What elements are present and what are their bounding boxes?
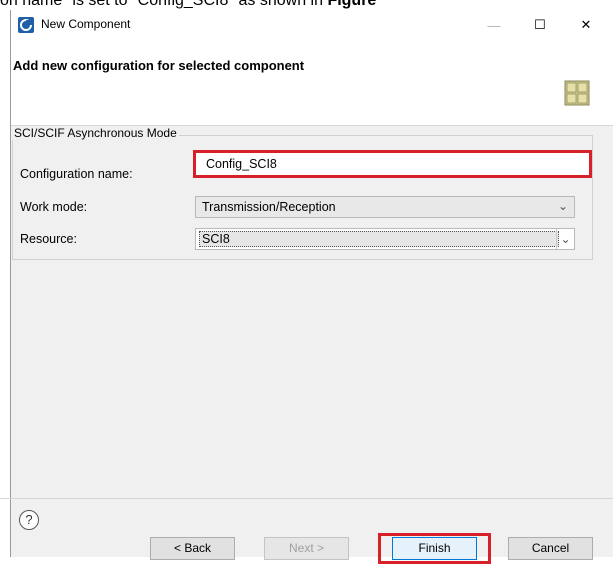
config-name-value: Config_SCI8 <box>206 157 277 171</box>
resource-value: SCI8 <box>202 232 230 246</box>
group-legend: SCI/SCIF Asynchronous Mode <box>12 126 179 140</box>
wizard-header: Add new configuration for selected compo… <box>11 40 613 126</box>
header-title: Add new configuration for selected compo… <box>13 58 305 73</box>
work-mode-select[interactable]: Transmission/Reception ⌄ <box>195 196 575 218</box>
work-mode-value: Transmission/Reception <box>202 200 336 214</box>
component-grid-icon <box>564 80 590 106</box>
resource-value-box: SCI8 <box>199 231 559 247</box>
maximize-button[interactable]: ☐ <box>517 10 563 40</box>
help-icon[interactable]: ? <box>19 510 39 530</box>
close-button[interactable]: ✕ <box>563 10 609 40</box>
app-icon <box>18 17 34 33</box>
footer-separator <box>0 498 613 499</box>
chevron-down-icon[interactable]: ⌄ <box>556 229 574 249</box>
document-text-prefix: on name" is set to "Config_SCI8" as show… <box>0 0 328 9</box>
resource-select[interactable]: SCI8 ⌄ <box>195 228 575 250</box>
resource-label: Resource: <box>20 232 77 246</box>
config-name-field[interactable]: Config_SCI8 <box>193 150 592 178</box>
title-bar: New Component — ☐ ✕ <box>11 10 613 40</box>
work-mode-label: Work mode: <box>20 200 88 214</box>
minimize-button[interactable]: — <box>471 10 517 40</box>
chevron-down-icon: ⌄ <box>557 199 568 213</box>
config-name-label: Configuration name: <box>20 167 133 181</box>
new-component-dialog: New Component — ☐ ✕ Add new configuratio… <box>10 10 613 557</box>
document-text-bold: Figure <box>327 0 377 9</box>
window-title: New Component <box>41 17 131 31</box>
